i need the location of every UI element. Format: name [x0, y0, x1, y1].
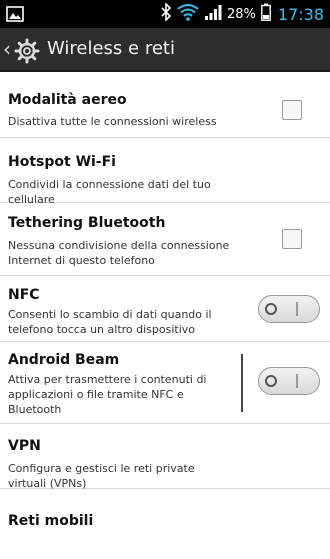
- bluetooth-tethering-checkbox[interactable]: [282, 229, 302, 249]
- item-title: VPN: [8, 438, 41, 454]
- nfc-item[interactable]: NFC Consenti lo scambio di dati quando i…: [0, 276, 330, 342]
- battery-percent: 28%: [226, 6, 256, 22]
- item-subtitle: Configura e gestisci le reti private vir…: [8, 462, 195, 490]
- item-title: Hotspot Wi-Fi: [8, 154, 116, 170]
- image-notification-icon: [6, 6, 24, 26]
- item-title: Android Beam: [8, 352, 120, 368]
- wifi-icon: [177, 3, 199, 25]
- item-title: Modalità aereo: [8, 92, 127, 108]
- item-subtitle: Disattiva tutte le connessioni wireless: [8, 115, 217, 128]
- item-title: NFC: [8, 287, 40, 303]
- item-subtitle: Attiva per trasmettere i contenuti di ap…: [8, 373, 207, 416]
- airplane-mode-item[interactable]: Modalità aereo Disattiva tutte le connes…: [0, 72, 330, 138]
- vertical-divider: [241, 354, 243, 412]
- item-title: Tethering Bluetooth: [8, 215, 166, 231]
- clock: 17:38: [277, 4, 324, 24]
- vpn-item[interactable]: VPN Configura e gestisci le reti private…: [0, 424, 330, 490]
- item-subtitle: Consenti lo scambio di dati quando il te…: [8, 308, 212, 336]
- android-beam-toggle[interactable]: [258, 367, 320, 395]
- bluetooth-tethering-item[interactable]: Tethering Bluetooth Nessuna condivisione…: [0, 203, 330, 276]
- settings-gear-icon[interactable]: [14, 38, 40, 68]
- mobile-networks-item[interactable]: Reti mobili: [0, 489, 330, 559]
- battery-icon: [260, 3, 271, 25]
- wifi-hotspot-item[interactable]: Hotspot Wi-Fi Condividi la connessione d…: [0, 138, 330, 206]
- airplane-mode-checkbox[interactable]: [282, 100, 302, 120]
- nfc-toggle[interactable]: [258, 295, 320, 323]
- item-subtitle: Nessuna condivisione della connessione I…: [8, 239, 230, 267]
- item-title: Reti mobili: [8, 513, 94, 529]
- settings-list: Modalità aereo Disattiva tutte le connes…: [0, 72, 330, 559]
- action-bar: ‹ Wireless e reti: [0, 28, 330, 72]
- page-title: Wireless e reti: [47, 38, 175, 59]
- android-beam-item[interactable]: Android Beam Attiva per trasmettere i co…: [0, 342, 330, 424]
- back-icon[interactable]: ‹: [3, 37, 11, 61]
- bluetooth-icon: [160, 2, 172, 25]
- signal-icon: [204, 3, 222, 25]
- status-bar: 28% 17:38: [0, 0, 330, 28]
